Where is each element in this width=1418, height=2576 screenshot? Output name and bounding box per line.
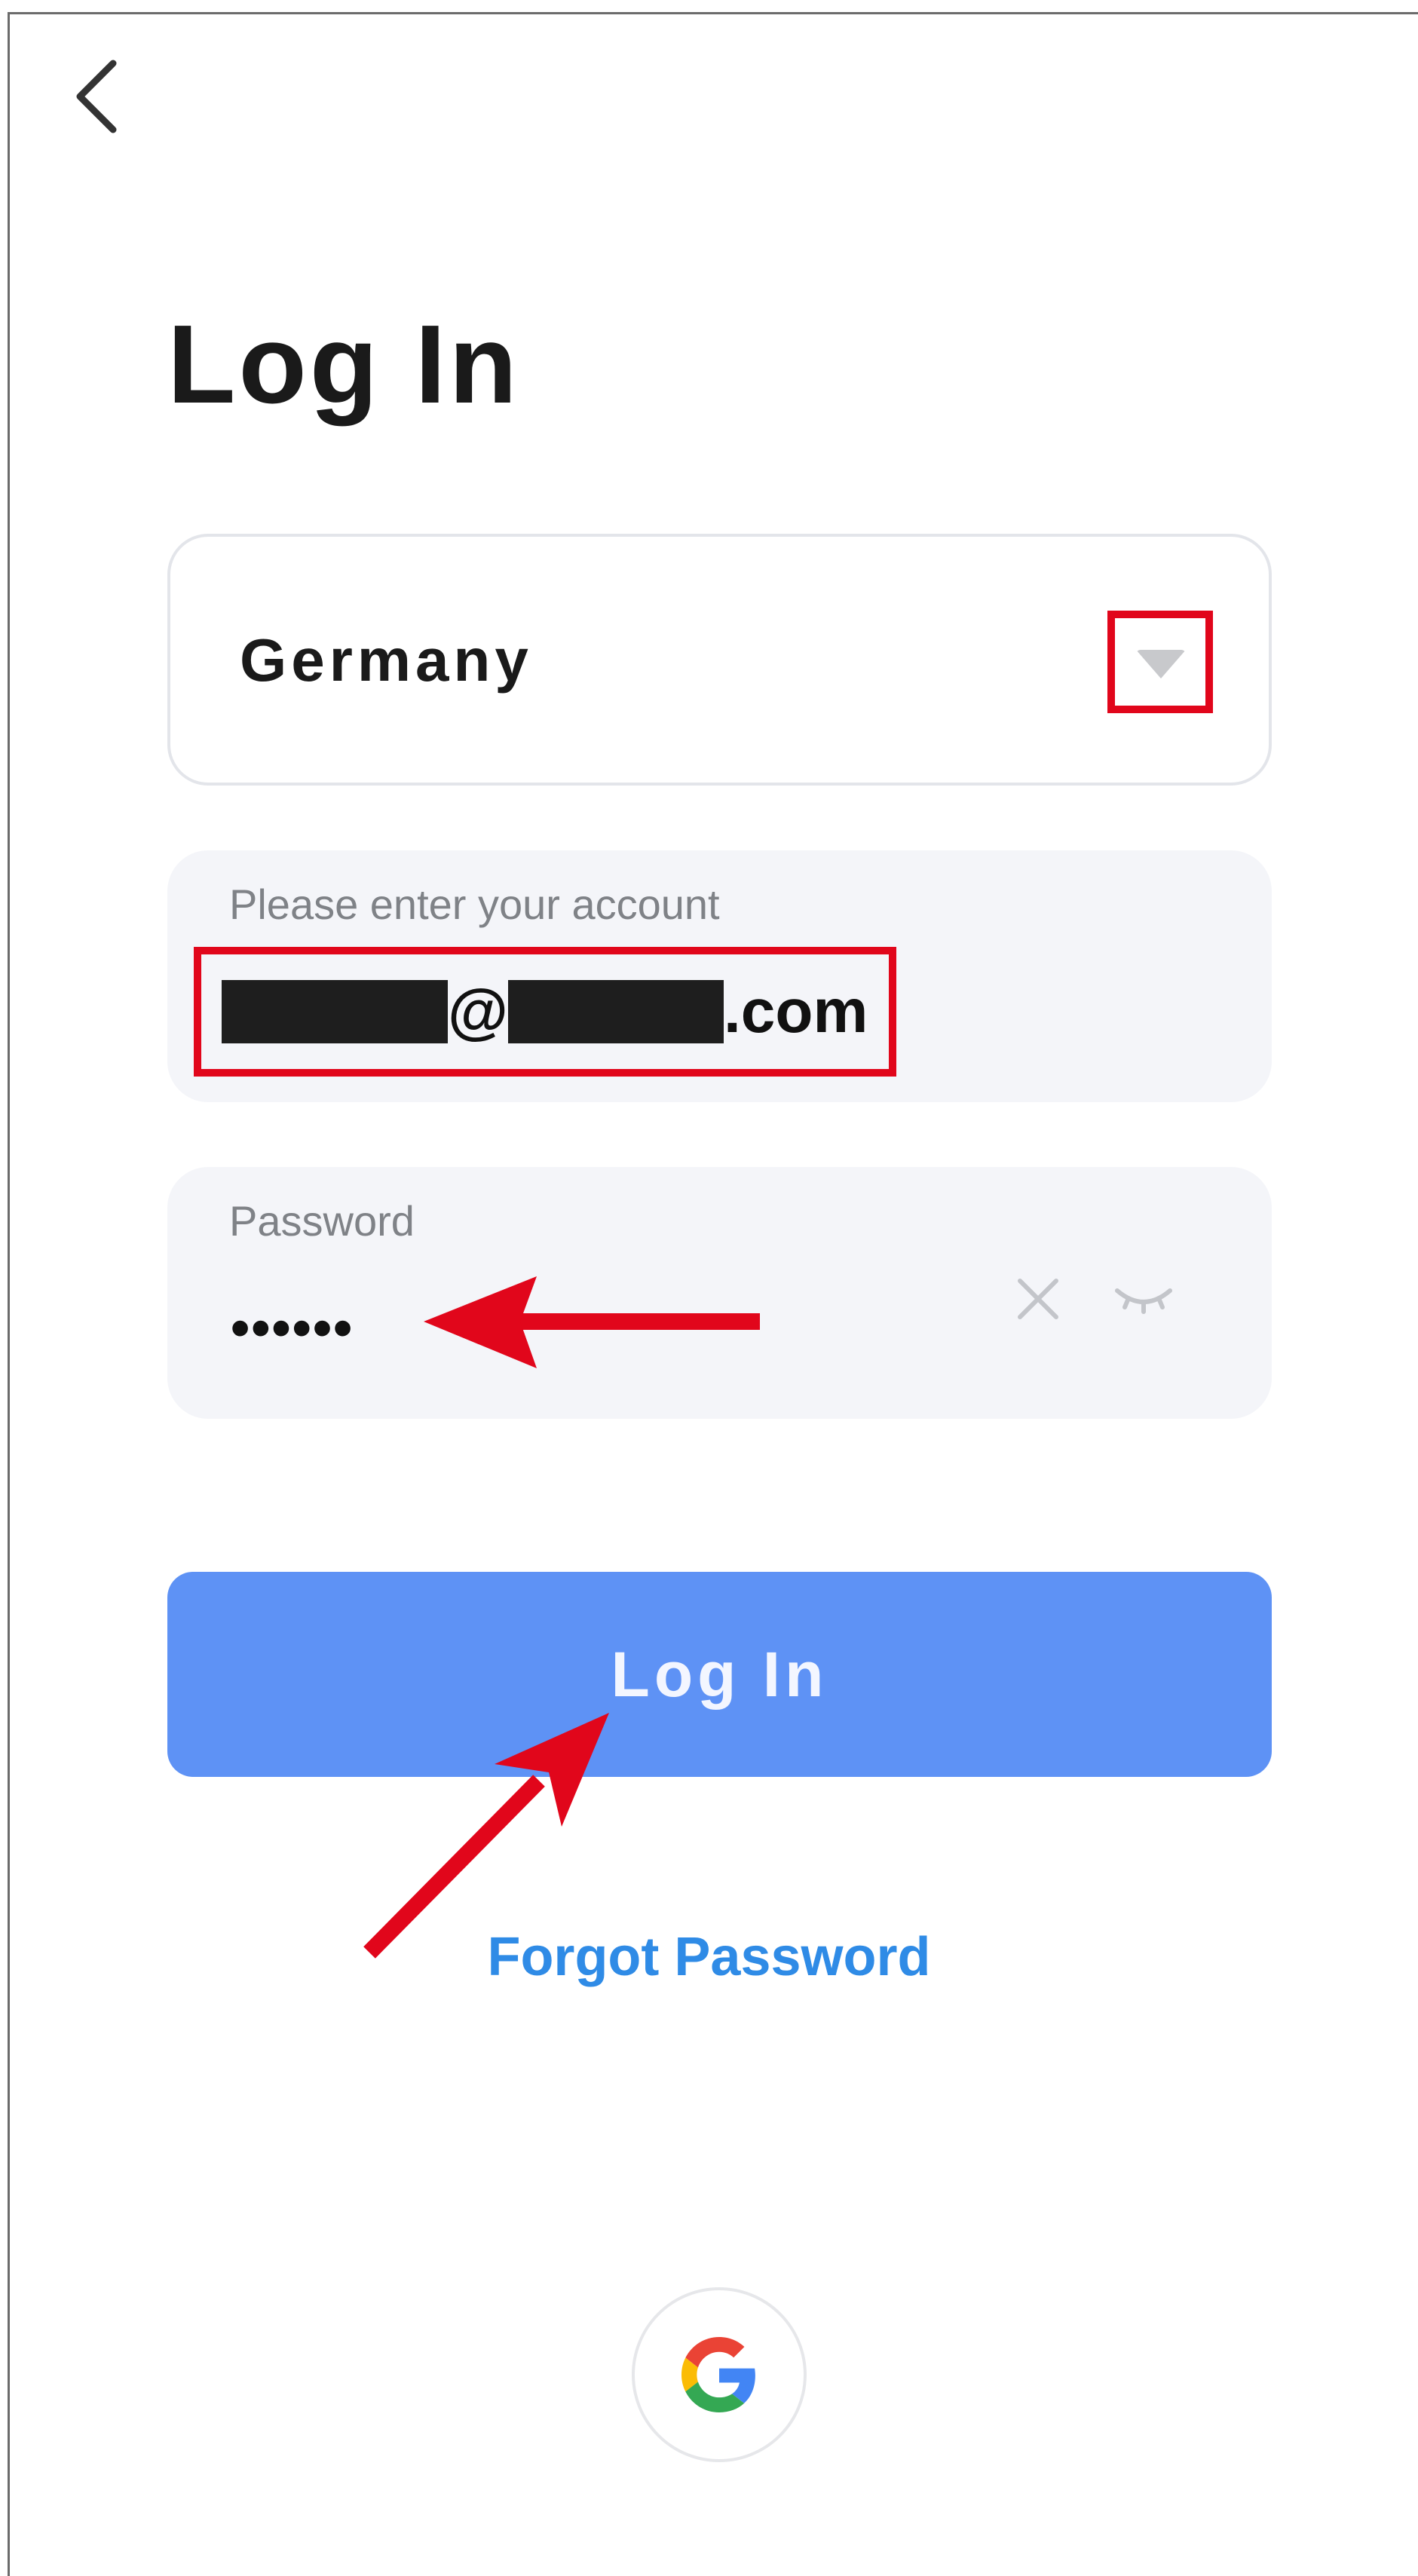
- password-label: Password: [229, 1197, 415, 1245]
- redacted-username: [222, 980, 448, 1043]
- account-at-sign: @: [448, 977, 508, 1046]
- eye-closed-icon[interactable]: [1110, 1273, 1178, 1325]
- redacted-domain: [507, 980, 724, 1043]
- forgot-password-link[interactable]: Forgot Password: [0, 1930, 1418, 1984]
- back-button[interactable]: [66, 59, 127, 134]
- google-icon: [681, 2337, 755, 2412]
- account-input[interactable]: @ .com: [222, 977, 868, 1046]
- account-label: Please enter your account: [229, 881, 720, 928]
- password-field[interactable]: Password ••••••: [167, 1167, 1272, 1419]
- account-suffix: .com: [723, 977, 868, 1046]
- close-icon[interactable]: [1008, 1269, 1068, 1329]
- country-selector[interactable]: Germany: [167, 534, 1272, 786]
- chevron-left-icon: [76, 60, 117, 133]
- password-input[interactable]: ••••••: [231, 1301, 354, 1355]
- country-value: Germany: [240, 626, 533, 694]
- caret-down-icon[interactable]: [1136, 650, 1186, 678]
- page-title: Log In: [167, 302, 520, 427]
- account-field[interactable]: Please enter your account @ .com: [167, 850, 1272, 1102]
- google-login-button[interactable]: [632, 2287, 807, 2462]
- login-button[interactable]: Log In: [167, 1572, 1272, 1777]
